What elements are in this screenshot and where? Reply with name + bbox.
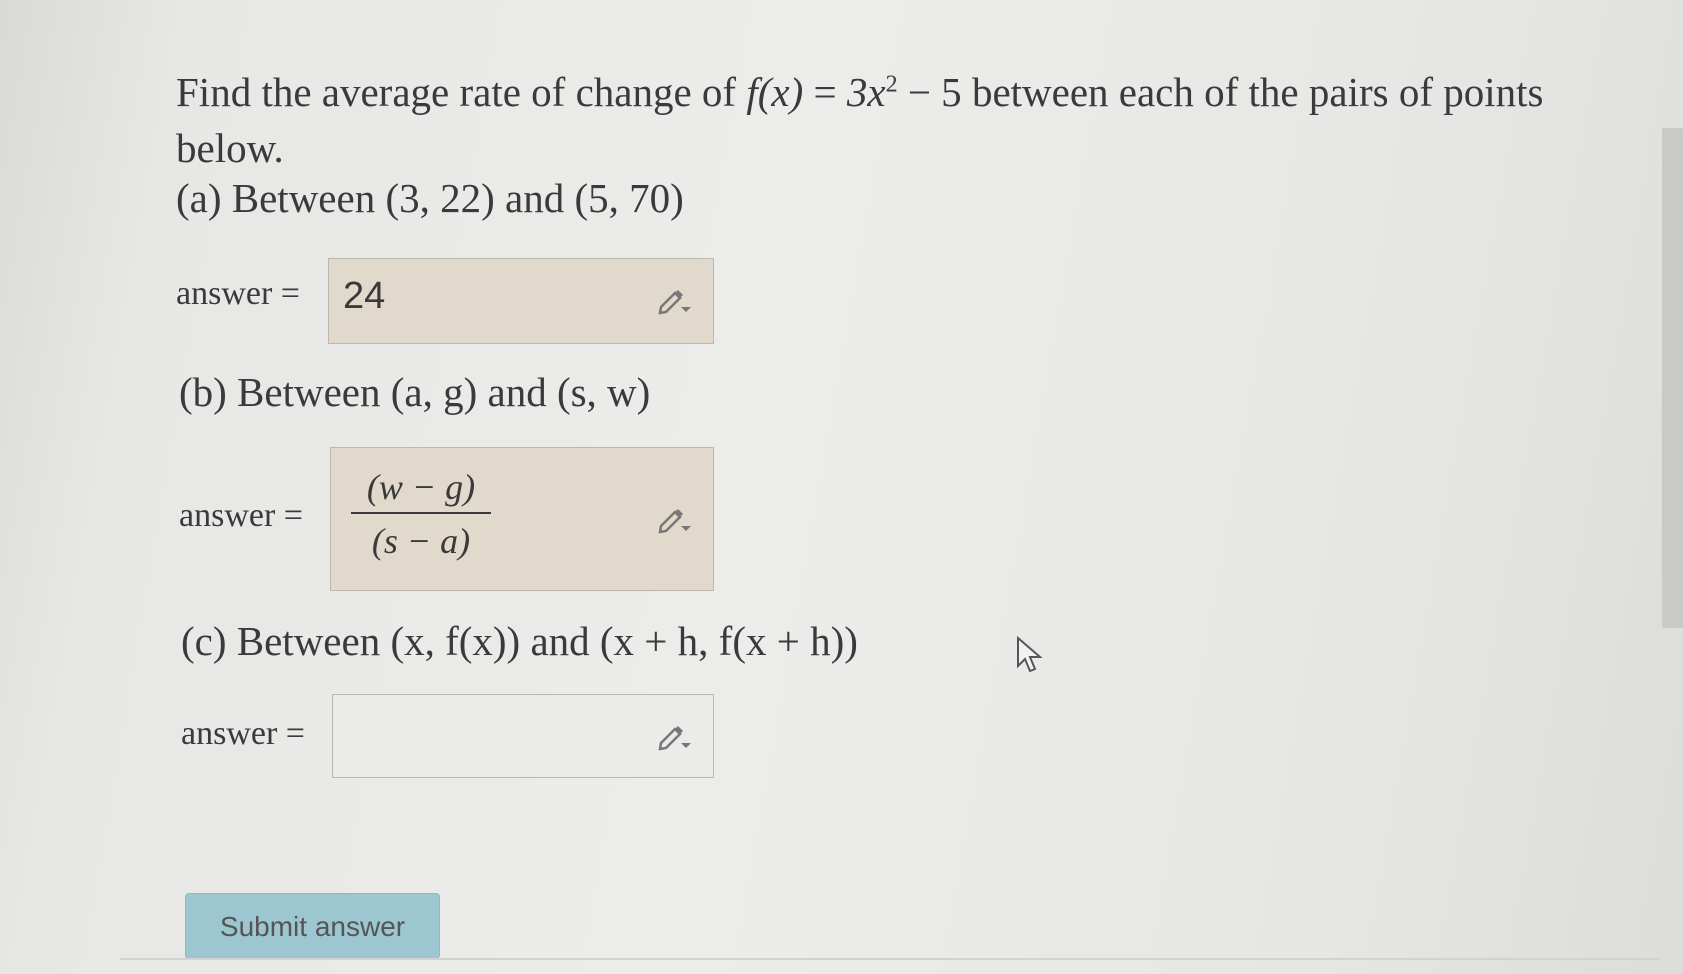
part-a-label: (a) Between (3, 22) and (5, 70) xyxy=(176,175,684,221)
function-rhs-base: 3x xyxy=(846,69,886,115)
page-divider xyxy=(120,958,1660,960)
part-c-answer-label: answer = xyxy=(181,715,305,752)
part-c-label: (c) Between (x, f(x)) and (x + h, f(x + … xyxy=(181,618,858,664)
pencil-dropdown-icon[interactable] xyxy=(657,721,693,751)
part-b-label: (b) Between (a, g) and (s, w) xyxy=(179,369,651,415)
fraction-denominator: (s − a) xyxy=(371,521,471,561)
part-a-answer-label: answer = xyxy=(176,275,300,312)
problem-page: Find the average rate of change of f(x) … xyxy=(0,0,1683,974)
part-a-answer-value: 24 xyxy=(343,275,386,317)
pencil-dropdown-icon[interactable] xyxy=(657,504,693,534)
question-intro: Find the average rate of change of xyxy=(176,69,737,115)
submit-answer-button[interactable]: Submit answer xyxy=(185,893,440,959)
part-b-answer-label: answer = xyxy=(179,497,303,534)
part-a-answer-field[interactable]: 24 xyxy=(328,258,714,344)
pencil-dropdown-icon[interactable] xyxy=(657,285,693,315)
part-b-answer-field[interactable]: (w − g) (s − a) xyxy=(330,447,714,591)
function-lhs: f(x) xyxy=(746,69,804,115)
vertical-scrollbar[interactable] xyxy=(1662,128,1683,628)
answer-fraction: (w − g) (s − a) xyxy=(351,466,491,562)
question-prompt: Find the average rate of change of f(x) … xyxy=(176,64,1576,176)
function-rhs-exponent: 2 xyxy=(885,71,898,98)
equals-sign: = xyxy=(813,69,837,115)
mouse-cursor-icon xyxy=(1017,636,1043,673)
part-c-answer-field[interactable] xyxy=(332,694,714,778)
function-rhs-tail: − 5 xyxy=(907,69,962,115)
fraction-numerator: (w − g) xyxy=(351,466,491,514)
question-content: Find the average rate of change of f(x) … xyxy=(176,64,1576,176)
